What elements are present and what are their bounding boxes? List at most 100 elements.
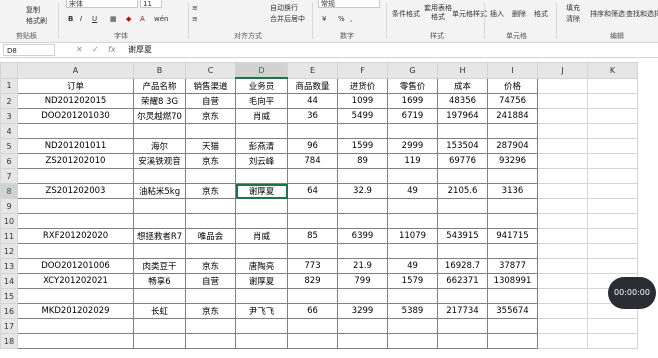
cell-J4[interactable]: [537, 123, 588, 139]
cell-styles-button[interactable]: 单元格样式: [452, 10, 487, 19]
cell-K1[interactable]: [587, 77, 638, 94]
cell-J13[interactable]: [537, 258, 588, 274]
cell-F1[interactable]: 进货价: [337, 77, 388, 94]
cell-B8[interactable]: 油粘米5kg: [133, 183, 186, 199]
cell-B5[interactable]: 海尔: [133, 138, 186, 154]
cell-H1[interactable]: 成本: [437, 77, 488, 94]
row-header[interactable]: 14: [0, 273, 18, 289]
video-time-badge[interactable]: 00:00:00: [608, 277, 656, 309]
cell-G17[interactable]: [387, 318, 438, 334]
copy-button[interactable]: 复制: [26, 6, 40, 15]
column-header[interactable]: E: [287, 62, 338, 79]
cell-D14[interactable]: 谢厚夏: [235, 273, 288, 289]
cell-F13[interactable]: 21.9: [337, 258, 388, 274]
cell-J3[interactable]: [537, 108, 588, 124]
cell-B15[interactable]: [133, 288, 186, 304]
cell-H17[interactable]: [437, 318, 488, 334]
column-header[interactable]: A: [17, 62, 134, 79]
cell-A14[interactable]: XCY201202021: [17, 273, 134, 289]
underline-button[interactable]: U: [92, 15, 97, 24]
cell-E17[interactable]: [287, 318, 338, 334]
cell-I11[interactable]: 941715: [487, 228, 538, 244]
cell-C12[interactable]: [185, 243, 236, 259]
cell-J8[interactable]: [537, 183, 588, 199]
cell-C4[interactable]: [185, 123, 236, 139]
cell-I6[interactable]: 93296: [487, 153, 538, 169]
cell-F12[interactable]: [337, 243, 388, 259]
cell-A3[interactable]: DOO201201030: [17, 108, 134, 124]
cell-J16[interactable]: [537, 303, 588, 319]
sort-filter-button[interactable]: 排序和筛选: [590, 10, 625, 19]
number-format-select[interactable]: 常规: [318, 0, 380, 8]
cell-B4[interactable]: [133, 123, 186, 139]
cell-J9[interactable]: [537, 198, 588, 214]
cell-K3[interactable]: [587, 108, 638, 124]
cell-H14[interactable]: 662371: [437, 273, 488, 289]
cell-E15[interactable]: [287, 288, 338, 304]
cell-F6[interactable]: 89: [337, 153, 388, 169]
cell-H16[interactable]: 217734: [437, 303, 488, 319]
cell-H5[interactable]: 153504: [437, 138, 488, 154]
column-header[interactable]: K: [587, 62, 638, 79]
cell-K7[interactable]: [587, 168, 638, 184]
cell-J11[interactable]: [537, 228, 588, 244]
cell-C16[interactable]: 京东: [185, 303, 236, 319]
row-header[interactable]: 11: [0, 228, 18, 244]
cell-G2[interactable]: 1699: [387, 93, 438, 109]
format-painter-button[interactable]: 格式刷: [26, 17, 47, 26]
cell-B9[interactable]: [133, 198, 186, 214]
cell-D8[interactable]: 谢厚夏: [235, 183, 288, 199]
cell-H13[interactable]: 16928.7: [437, 258, 488, 274]
column-header[interactable]: F: [337, 62, 388, 79]
row-header[interactable]: 17: [0, 318, 18, 334]
row-header[interactable]: 5: [0, 138, 18, 154]
cell-G9[interactable]: [387, 198, 438, 214]
cell-C10[interactable]: [185, 213, 236, 229]
cell-I15[interactable]: [487, 288, 538, 304]
cell-C8[interactable]: 京东: [185, 183, 236, 199]
percent-button[interactable]: %: [338, 15, 345, 24]
cell-I18[interactable]: [487, 333, 538, 349]
cell-D15[interactable]: [235, 288, 288, 304]
cell-I9[interactable]: [487, 198, 538, 214]
cell-J18[interactable]: [537, 333, 588, 349]
cell-A4[interactable]: [17, 123, 134, 139]
cell-F16[interactable]: 3299: [337, 303, 388, 319]
cell-B2[interactable]: 荣耀8 3G: [133, 93, 186, 109]
cell-G16[interactable]: 5389: [387, 303, 438, 319]
cell-K11[interactable]: [587, 228, 638, 244]
cell-J10[interactable]: [537, 213, 588, 229]
column-header[interactable]: D: [235, 62, 288, 79]
bold-button[interactable]: B: [68, 15, 73, 24]
find-select-button[interactable]: 查找和选择: [626, 10, 658, 19]
cell-A11[interactable]: RXF201202020: [17, 228, 134, 244]
cancel-icon[interactable]: ✕: [76, 43, 83, 57]
merge-center-button[interactable]: 合并后居中: [270, 15, 305, 24]
cell-G4[interactable]: [387, 123, 438, 139]
cell-H4[interactable]: [437, 123, 488, 139]
cell-F3[interactable]: 5499: [337, 108, 388, 124]
row-header[interactable]: 13: [0, 258, 18, 274]
column-header[interactable]: B: [133, 62, 186, 79]
cell-G15[interactable]: [387, 288, 438, 304]
cell-E9[interactable]: [287, 198, 338, 214]
cell-A7[interactable]: [17, 168, 134, 184]
cell-I3[interactable]: 241884: [487, 108, 538, 124]
cell-D5[interactable]: 彭燕清: [235, 138, 288, 154]
cell-D2[interactable]: 毛向平: [235, 93, 288, 109]
font-name-select[interactable]: 宋体: [66, 0, 138, 8]
cell-C5[interactable]: 天猫: [185, 138, 236, 154]
row-header[interactable]: 1: [0, 77, 18, 94]
cell-I4[interactable]: [487, 123, 538, 139]
cell-D4[interactable]: [235, 123, 288, 139]
delete-button[interactable]: 删除: [512, 10, 526, 19]
cell-A13[interactable]: DOO201201006: [17, 258, 134, 274]
cell-H10[interactable]: [437, 213, 488, 229]
conditional-format-button[interactable]: 条件格式: [392, 10, 420, 19]
cell-K17[interactable]: [587, 318, 638, 334]
row-header[interactable]: 18: [0, 333, 18, 349]
cell-H15[interactable]: [437, 288, 488, 304]
cell-G7[interactable]: [387, 168, 438, 184]
cell-A6[interactable]: ZS201202010: [17, 153, 134, 169]
row-header[interactable]: 16: [0, 303, 18, 319]
